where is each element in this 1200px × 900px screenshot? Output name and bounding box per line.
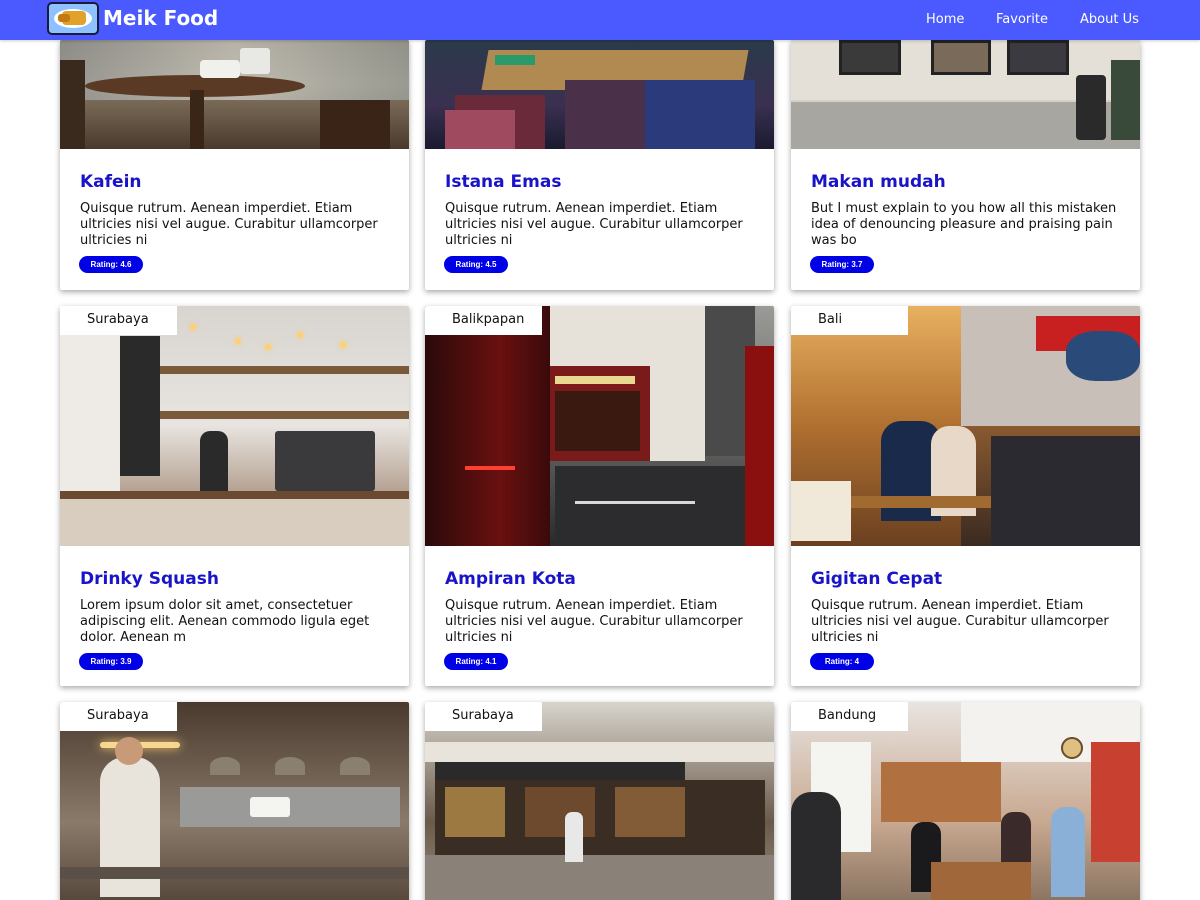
rating-badge: Rating: 3.9: [79, 653, 143, 670]
restaurant-title[interactable]: Gigitan Cepat: [811, 569, 942, 589]
restaurant-card[interactable]: Balikpapan Ampiran Kota Quisque rutrum. …: [425, 306, 774, 686]
city-label: Balikpapan: [425, 306, 542, 335]
nav-link-home[interactable]: Home: [926, 12, 964, 27]
restaurant-photo: [60, 306, 409, 546]
restaurant-card[interactable]: Bandung: [791, 702, 1140, 900]
rating-badge: Rating: 4.6: [79, 256, 143, 273]
rating-badge: Rating: 4.1: [444, 653, 508, 670]
restaurant-card[interactable]: Istana Emas Quisque rutrum. Aenean imper…: [425, 40, 774, 290]
restaurant-card[interactable]: Kafein Quisque rutrum. Aenean imperdiet.…: [60, 40, 409, 290]
restaurant-title[interactable]: Makan mudah: [811, 172, 946, 192]
rating-badge: Rating: 4.5: [444, 256, 508, 273]
restaurant-photo: [791, 306, 1140, 546]
restaurant-photo: [425, 702, 774, 900]
restaurant-title[interactable]: Kafein: [80, 172, 142, 192]
restaurant-description: Quisque rutrum. Aenean imperdiet. Etiam …: [811, 598, 1109, 645]
restaurant-description: Quisque rutrum. Aenean imperdiet. Etiam …: [445, 201, 743, 248]
brand-name[interactable]: Meik Food: [103, 6, 218, 30]
restaurant-card[interactable]: Bali Gigitan Cepat Quisque rutrum. Aenea…: [791, 306, 1140, 686]
restaurant-card[interactable]: Surabaya Drinky Squash Lorem ipsum dolor…: [60, 306, 409, 686]
city-label: Surabaya: [425, 702, 542, 731]
restaurant-card[interactable]: Makan mudah But I must explain to you ho…: [791, 40, 1140, 290]
nav-link-about-us[interactable]: About Us: [1080, 12, 1139, 27]
navbar: Meik Food Home Favorite About Us: [0, 0, 1200, 40]
restaurant-card[interactable]: Surabaya: [425, 702, 774, 900]
restaurant-description: But I must explain to you how all this m…: [811, 201, 1117, 248]
restaurant-card[interactable]: Surabaya: [60, 702, 409, 900]
restaurant-description: Quisque rutrum. Aenean imperdiet. Etiam …: [445, 598, 743, 645]
city-label: Bali: [791, 306, 908, 335]
restaurant-photo: [60, 40, 409, 149]
city-label: Surabaya: [60, 306, 177, 335]
restaurant-description: Lorem ipsum dolor sit amet, consectetuer…: [80, 598, 370, 645]
restaurant-title[interactable]: Istana Emas: [445, 172, 561, 192]
city-label: Bandung: [791, 702, 908, 731]
rating-badge: Rating: 3.7: [810, 256, 874, 273]
restaurant-description: Quisque rutrum. Aenean imperdiet. Etiam …: [80, 201, 378, 248]
restaurant-photo: [791, 702, 1140, 900]
restaurant-photo: [425, 40, 774, 149]
brand-logo[interactable]: [47, 2, 99, 35]
restaurant-photo: [60, 702, 409, 900]
rating-badge: Rating: 4: [810, 653, 874, 670]
restaurant-photo: [791, 40, 1140, 149]
restaurant-title[interactable]: Ampiran Kota: [445, 569, 576, 589]
nav-link-favorite[interactable]: Favorite: [996, 12, 1048, 27]
restaurant-title[interactable]: Drinky Squash: [80, 569, 219, 589]
restaurant-photo: [425, 306, 774, 546]
city-label: Surabaya: [60, 702, 177, 731]
